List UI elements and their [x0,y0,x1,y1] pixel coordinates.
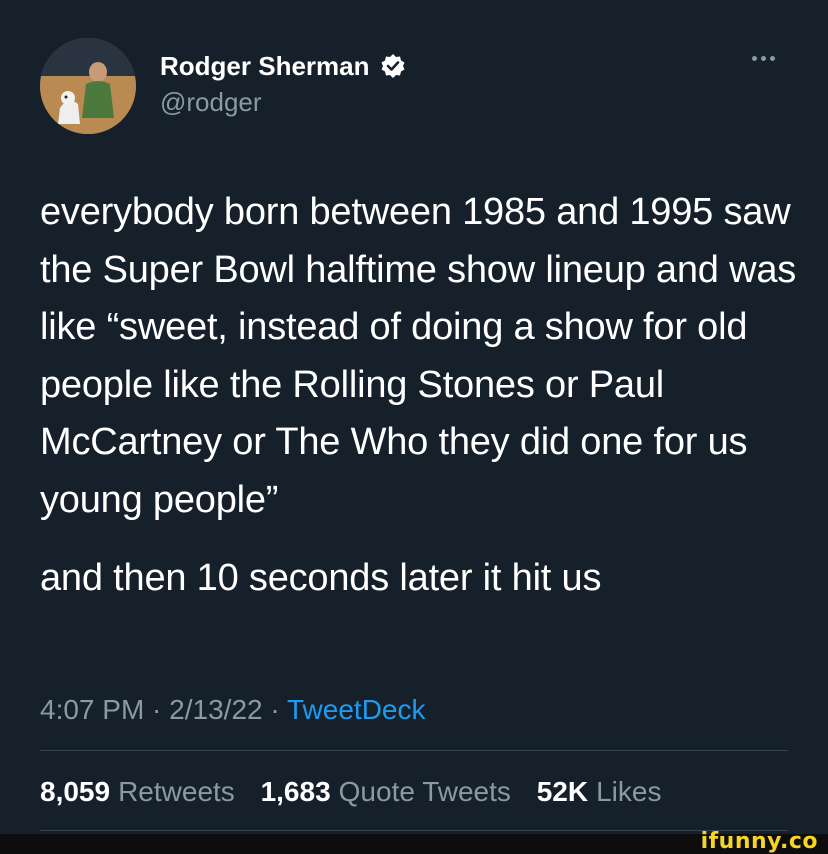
ifunny-watermark: ifunny.co [700,829,818,854]
likes-stat[interactable]: 52K Likes [537,776,662,807]
author-info: Rodger Sherman @rodger [160,50,406,118]
tweet-header: Rodger Sherman @rodger [40,38,790,138]
tweet-source-link[interactable]: TweetDeck [287,694,426,725]
meta-separator: · [262,694,287,725]
more-options-icon[interactable] [750,48,790,78]
divider [40,750,788,751]
meta-separator: · [144,694,170,725]
tweet-date[interactable]: 2/13/22 [169,694,262,725]
quote-tweets-stat[interactable]: 1,683 Quote Tweets [261,776,511,807]
tweet-time[interactable]: 4:07 PM [40,694,144,725]
tweet-body: everybody born between 1985 and 1995 saw… [40,184,800,607]
quotes-count: 1,683 [260,776,331,807]
retweets-stat[interactable]: 8,059 Retweets [40,776,235,807]
avatar[interactable] [40,38,136,134]
tweet-meta: 4:07 PM · 2/13/22 · TweetDeck [40,690,425,730]
likes-count: 52K [536,776,589,807]
divider [40,830,788,831]
tweet-stats: 8,059 Retweets 1,683 Quote Tweets 52K Likes [40,772,679,812]
likes-label: Likes [596,776,662,807]
tweet-paragraph: everybody born between 1985 and 1995 saw… [40,191,797,521]
retweets-count: 8,059 [40,776,111,807]
quotes-label: Quote Tweets [338,776,511,807]
verified-badge-icon [380,53,406,79]
tweet-paragraph: and then 10 seconds later it hit us [40,556,602,599]
retweets-label: Retweets [118,776,235,807]
display-name[interactable]: Rodger Sherman [160,50,370,82]
user-handle[interactable]: @rodger [160,86,406,118]
